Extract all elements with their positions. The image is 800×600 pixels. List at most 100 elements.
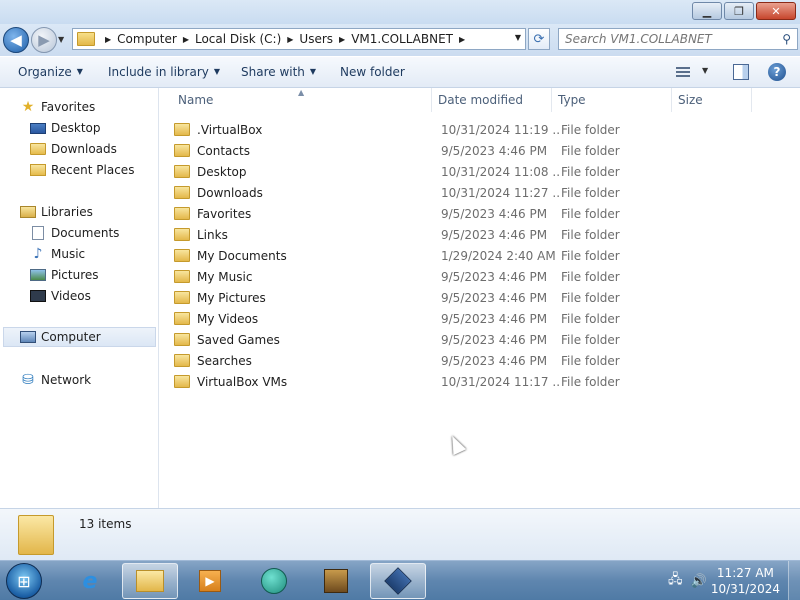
- nav-favorites-label: Favorites: [41, 100, 96, 114]
- breadcrumb-users[interactable]: Users: [299, 32, 333, 46]
- file-date-modified: 9/5/2023 4:46 PM: [441, 143, 548, 158]
- volume-tray-icon[interactable]: 🔊: [691, 574, 707, 589]
- close-button[interactable]: ✕: [756, 2, 796, 20]
- column-header-date-modified[interactable]: Date modified: [432, 88, 552, 112]
- show-desktop-button[interactable]: [788, 561, 800, 600]
- internet-explorer-icon: e: [82, 568, 98, 594]
- nav-desktop-label: Desktop: [51, 121, 101, 135]
- navigation-pane: ★ Favorites Desktop Downloads Recent Pla…: [0, 88, 159, 508]
- folder-icon: [174, 186, 190, 199]
- organize-button[interactable]: Organize ▼: [18, 65, 83, 79]
- nav-network[interactable]: ⛁ Network: [20, 370, 91, 390]
- chevron-right-icon[interactable]: ▶: [183, 35, 189, 44]
- file-name: .VirtualBox: [197, 122, 263, 137]
- breadcrumb-current-user[interactable]: VM1.COLLABNET: [351, 32, 453, 46]
- file-type: File folder: [561, 227, 620, 242]
- network-tray-icon[interactable]: 🖧: [668, 570, 683, 592]
- file-date-modified: 9/5/2023 4:46 PM: [441, 227, 548, 242]
- address-dropdown-icon[interactable]: ▼: [515, 33, 521, 42]
- file-date-modified: 9/5/2023 4:46 PM: [441, 353, 548, 368]
- file-row[interactable]: Searches 9/5/2023 4:46 PM File folder: [174, 350, 774, 371]
- folder-icon: [174, 291, 190, 304]
- column-header-type[interactable]: Type: [552, 88, 672, 112]
- folder-icon: [174, 312, 190, 325]
- command-bar: Organize ▼ Include in library ▼ Share with…: [0, 56, 800, 88]
- chevron-right-icon[interactable]: ▶: [339, 35, 345, 44]
- preview-pane-icon[interactable]: [733, 64, 749, 80]
- nav-recent-places[interactable]: Recent Places: [30, 160, 134, 180]
- file-type: File folder: [561, 311, 620, 326]
- include-in-library-button[interactable]: Include in library ▼: [108, 65, 220, 79]
- taskbar-archive-app[interactable]: [308, 563, 364, 599]
- file-name: Desktop: [197, 164, 247, 179]
- taskbar-teal-app[interactable]: [246, 563, 302, 599]
- details-pane: 13 items: [0, 508, 800, 560]
- back-button[interactable]: ◀: [3, 27, 29, 53]
- share-with-button[interactable]: Share with ▼: [241, 65, 316, 79]
- nav-desktop[interactable]: Desktop: [30, 118, 101, 138]
- search-input[interactable]: [565, 32, 770, 46]
- breadcrumb-computer[interactable]: Computer: [117, 32, 177, 46]
- file-row[interactable]: Desktop 10/31/2024 11:08 ... File folder: [174, 161, 774, 182]
- maximize-button[interactable]: ❐: [724, 2, 754, 20]
- file-name: My Documents: [197, 248, 287, 263]
- nav-videos-label: Videos: [51, 289, 91, 303]
- folder-icon: [174, 207, 190, 220]
- nav-computer[interactable]: Computer: [3, 327, 156, 347]
- file-name: Contacts: [197, 143, 250, 158]
- chevron-right-icon[interactable]: ▶: [459, 35, 465, 44]
- media-player-icon: ▶: [199, 570, 221, 592]
- folder-icon: [174, 123, 190, 136]
- file-row[interactable]: .VirtualBox 10/31/2024 11:19 ... File fold…: [174, 119, 774, 140]
- search-box[interactable]: ⚲: [558, 28, 798, 50]
- search-icon[interactable]: ⚲: [782, 32, 791, 46]
- film-icon: [30, 290, 46, 302]
- breadcrumb-local-disk[interactable]: Local Disk (C:): [195, 32, 281, 46]
- item-count: 13 items: [79, 517, 132, 531]
- file-row[interactable]: VirtualBox VMs 10/31/2024 11:17 ... File f…: [174, 371, 774, 392]
- file-row[interactable]: Contacts 9/5/2023 4:46 PM File folder: [174, 140, 774, 161]
- column-header-size[interactable]: Size: [672, 88, 752, 112]
- help-icon[interactable]: ?: [768, 63, 786, 81]
- file-type: File folder: [561, 164, 620, 179]
- nav-pictures[interactable]: Pictures: [30, 265, 99, 285]
- folder-icon: [174, 354, 190, 367]
- file-type: File folder: [561, 122, 620, 137]
- taskbar-internet-explorer[interactable]: e: [62, 563, 118, 599]
- nav-downloads[interactable]: Downloads: [30, 139, 117, 159]
- nav-videos[interactable]: Videos: [30, 286, 91, 306]
- virtualbox-icon: [384, 567, 412, 595]
- file-row[interactable]: My Videos 9/5/2023 4:46 PM File folder: [174, 308, 774, 329]
- taskbar-windows-explorer[interactable]: [122, 563, 178, 599]
- nav-music[interactable]: ♪ Music: [30, 244, 86, 264]
- file-row[interactable]: Links 9/5/2023 4:46 PM File folder: [174, 224, 774, 245]
- taskbar-virtualbox[interactable]: [370, 563, 426, 599]
- windows-logo-icon: ⊞: [17, 571, 31, 591]
- system-clock[interactable]: 11:27 AM 10/31/2024: [711, 565, 780, 597]
- chevron-right-icon[interactable]: ▶: [287, 35, 293, 44]
- start-button[interactable]: ⊞: [6, 563, 42, 599]
- file-row[interactable]: My Documents 1/29/2024 2:40 AM File folder: [174, 245, 774, 266]
- refresh-button[interactable]: ⟳: [528, 28, 550, 50]
- view-options-dropdown-icon[interactable]: ▼: [702, 66, 708, 75]
- nav-favorites[interactable]: ★ Favorites: [20, 97, 96, 117]
- nav-documents[interactable]: Documents: [30, 223, 119, 243]
- file-date-modified: 10/31/2024 11:17 ...: [441, 374, 561, 389]
- file-row[interactable]: My Music 9/5/2023 4:46 PM File folder: [174, 266, 774, 287]
- file-row[interactable]: Saved Games 9/5/2023 4:46 PM File folder: [174, 329, 774, 350]
- address-bar[interactable]: ▶ Computer ▶ Local Disk (C:) ▶ Users ▶ V…: [72, 28, 526, 50]
- recent-pages-dropdown-icon[interactable]: ▼: [58, 32, 68, 46]
- minimize-button[interactable]: ▁: [692, 2, 722, 20]
- file-date-modified: 9/5/2023 4:46 PM: [441, 206, 548, 221]
- forward-button[interactable]: ▶: [31, 27, 57, 53]
- taskbar-media-player[interactable]: ▶: [182, 563, 238, 599]
- nav-libraries[interactable]: Libraries: [20, 202, 93, 222]
- file-name: VirtualBox VMs: [197, 374, 288, 389]
- file-row[interactable]: My Pictures 9/5/2023 4:46 PM File folder: [174, 287, 774, 308]
- new-folder-button[interactable]: New folder: [340, 65, 405, 79]
- file-row[interactable]: Downloads 10/31/2024 11:27 ... File folder: [174, 182, 774, 203]
- change-view-icon[interactable]: [676, 65, 694, 79]
- nav-libraries-label: Libraries: [41, 205, 93, 219]
- file-row[interactable]: Favorites 9/5/2023 4:46 PM File folder: [174, 203, 774, 224]
- chevron-right-icon[interactable]: ▶: [105, 35, 111, 44]
